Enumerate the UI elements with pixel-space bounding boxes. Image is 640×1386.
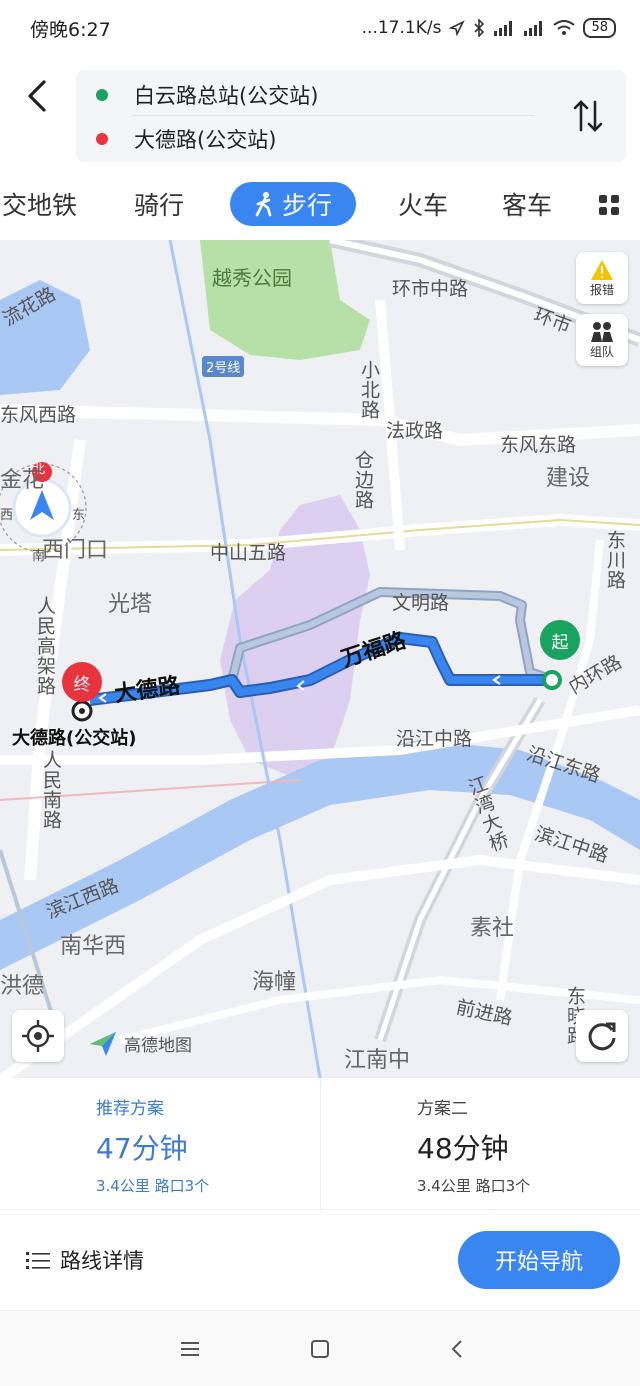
destination-field[interactable]: 大德路(公交站) [76, 117, 536, 161]
tab-train[interactable]: 火车 [398, 182, 448, 226]
locate-icon[interactable] [12, 1010, 64, 1062]
team-icon [591, 321, 613, 342]
wifi-icon [553, 20, 576, 35]
signal-icon [494, 21, 513, 36]
status-icons: ...17.1K/s 58 [362, 18, 616, 38]
walking-icon [255, 192, 272, 217]
map-label-line2: 2号线 [202, 356, 245, 377]
amap-logo-text: 高德地图 [124, 1035, 192, 1056]
route-details-button[interactable]: 路线详情 [26, 1240, 144, 1280]
end-marker: 终 [62, 662, 102, 702]
start-navigation-button[interactable]: 开始导航 [458, 1231, 620, 1289]
tab-transit[interactable]: 交地铁 [2, 182, 77, 226]
status-time: 傍晚6:27 [30, 18, 111, 41]
bluetooth-icon [474, 19, 485, 37]
transport-tabs: 交地铁 骑行 步行 火车 客车 [0, 172, 640, 236]
plan-tag: 方案二 [417, 1099, 468, 1119]
status-bar: 傍晚6:27 ...17.1K/s 58 [0, 0, 640, 56]
map-label-renmin-nan: 人民南路 [40, 750, 62, 830]
start-marker: 起 [540, 620, 580, 660]
map-label-jianshe: 建设 [546, 466, 591, 491]
report-error-button[interactable]: 报错 [576, 252, 628, 304]
map-label-dongfeng-west: 东风西路 [0, 404, 77, 426]
origin-dot-icon [96, 89, 108, 101]
tab-coach[interactable]: 客车 [502, 182, 552, 226]
map-label-nanhuaxi: 南华西 [60, 934, 127, 959]
list-icon [26, 1252, 50, 1269]
back-icon[interactable] [18, 74, 58, 118]
map-label-wenming: 文明路 [392, 592, 450, 614]
tab-walking-label: 步行 [281, 191, 332, 220]
warning-icon [591, 259, 613, 280]
system-navigation-bar [0, 1310, 640, 1386]
map-label-dongfeng-east: 东风东路 [500, 434, 577, 456]
plan-card-second[interactable]: 方案二 48分钟 3.4公里 路口3个 [320, 1078, 640, 1210]
map-label-yuexiu-park: 越秀公园 [212, 266, 292, 290]
plan-meta: 3.4公里 路口3个 [96, 1177, 210, 1195]
plan-meta: 3.4公里 路口3个 [417, 1177, 531, 1195]
map-label-jiangnanzhong: 江南中 [344, 1048, 411, 1073]
map-label-renmin-gaojia: 人民高架路 [34, 596, 56, 696]
map-label-haizhuang: 海幢 [252, 970, 297, 995]
route-input-box: 白云路总站(公交站) 大德路(公交站) [76, 70, 626, 162]
map-label-zhongshan5: 中山五路 [210, 542, 287, 564]
map-label-ximenkou: 西门口 [42, 538, 109, 563]
route-details-label: 路线详情 [60, 1249, 144, 1273]
map-label-xiaobei: 小北路 [358, 360, 380, 420]
menu-icon[interactable] [178, 1337, 202, 1361]
map-label-guangta: 光塔 [108, 592, 153, 617]
bottom-actions: 路线详情 开始导航 [0, 1210, 640, 1310]
map-label-jinhua: 金花 [0, 468, 45, 493]
map-view[interactable]: 北 南 东 西 越秀公园 环市中路 环市 流花路 2号线 小北路 法政路 东风西… [0, 240, 640, 1078]
route-header: 白云路总站(公交站) 大德路(公交站) [0, 56, 640, 168]
location-icon [449, 20, 466, 36]
destination-map-label: 大德路(公交站) [12, 728, 137, 749]
team-label: 组队 [589, 344, 614, 359]
map-label-hongde: 洪德 [0, 974, 45, 999]
compass-west-label: 西 [0, 508, 14, 523]
back-nav-icon[interactable] [446, 1337, 470, 1361]
plan-tag: 推荐方案 [96, 1099, 164, 1119]
map-label-dongchuan: 东川路 [604, 530, 626, 590]
route-divider [132, 115, 534, 116]
map-label-yanjiang-zhong: 沿江中路 [396, 728, 473, 750]
origin-text: 白云路总站(公交站) [134, 84, 319, 108]
compass-east-label: 东 [72, 508, 86, 523]
route-plans: 推荐方案 47分钟 3.4公里 路口3个 方案二 48分钟 3.4公里 路口3个 [0, 1078, 640, 1210]
refresh-icon[interactable] [576, 1010, 628, 1062]
battery-indicator: 58 [583, 18, 616, 38]
plan-duration: 48分钟 [417, 1132, 509, 1165]
amap-logo-icon [90, 1032, 116, 1056]
report-error-label: 报错 [589, 282, 614, 297]
plan-duration: 47分钟 [96, 1132, 188, 1165]
map-label-huanshi-zhong: 环市中路 [392, 278, 469, 300]
signal-hd-icon [524, 21, 543, 36]
home-icon[interactable] [308, 1337, 332, 1361]
destination-dot-icon [96, 133, 108, 145]
amap-logo: 高德地图 [88, 1028, 192, 1058]
network-speed: ...17.1K/s [361, 18, 442, 38]
map-label-fazheng: 法政路 [386, 420, 444, 442]
origin-field[interactable]: 白云路总站(公交站) [76, 73, 536, 117]
destination-text: 大德路(公交站) [134, 128, 277, 152]
tab-walking[interactable]: 步行 [230, 182, 356, 226]
tab-cycling[interactable]: 骑行 [134, 182, 184, 226]
team-button[interactable]: 组队 [576, 314, 628, 366]
map-label-suse: 素社 [470, 916, 515, 941]
map-label-cangbian: 仓边路 [352, 450, 374, 510]
plan-card-recommended[interactable]: 推荐方案 47分钟 3.4公里 路口3个 [0, 1078, 320, 1210]
more-grid-icon[interactable] [598, 194, 620, 216]
swap-icon[interactable] [570, 98, 606, 134]
